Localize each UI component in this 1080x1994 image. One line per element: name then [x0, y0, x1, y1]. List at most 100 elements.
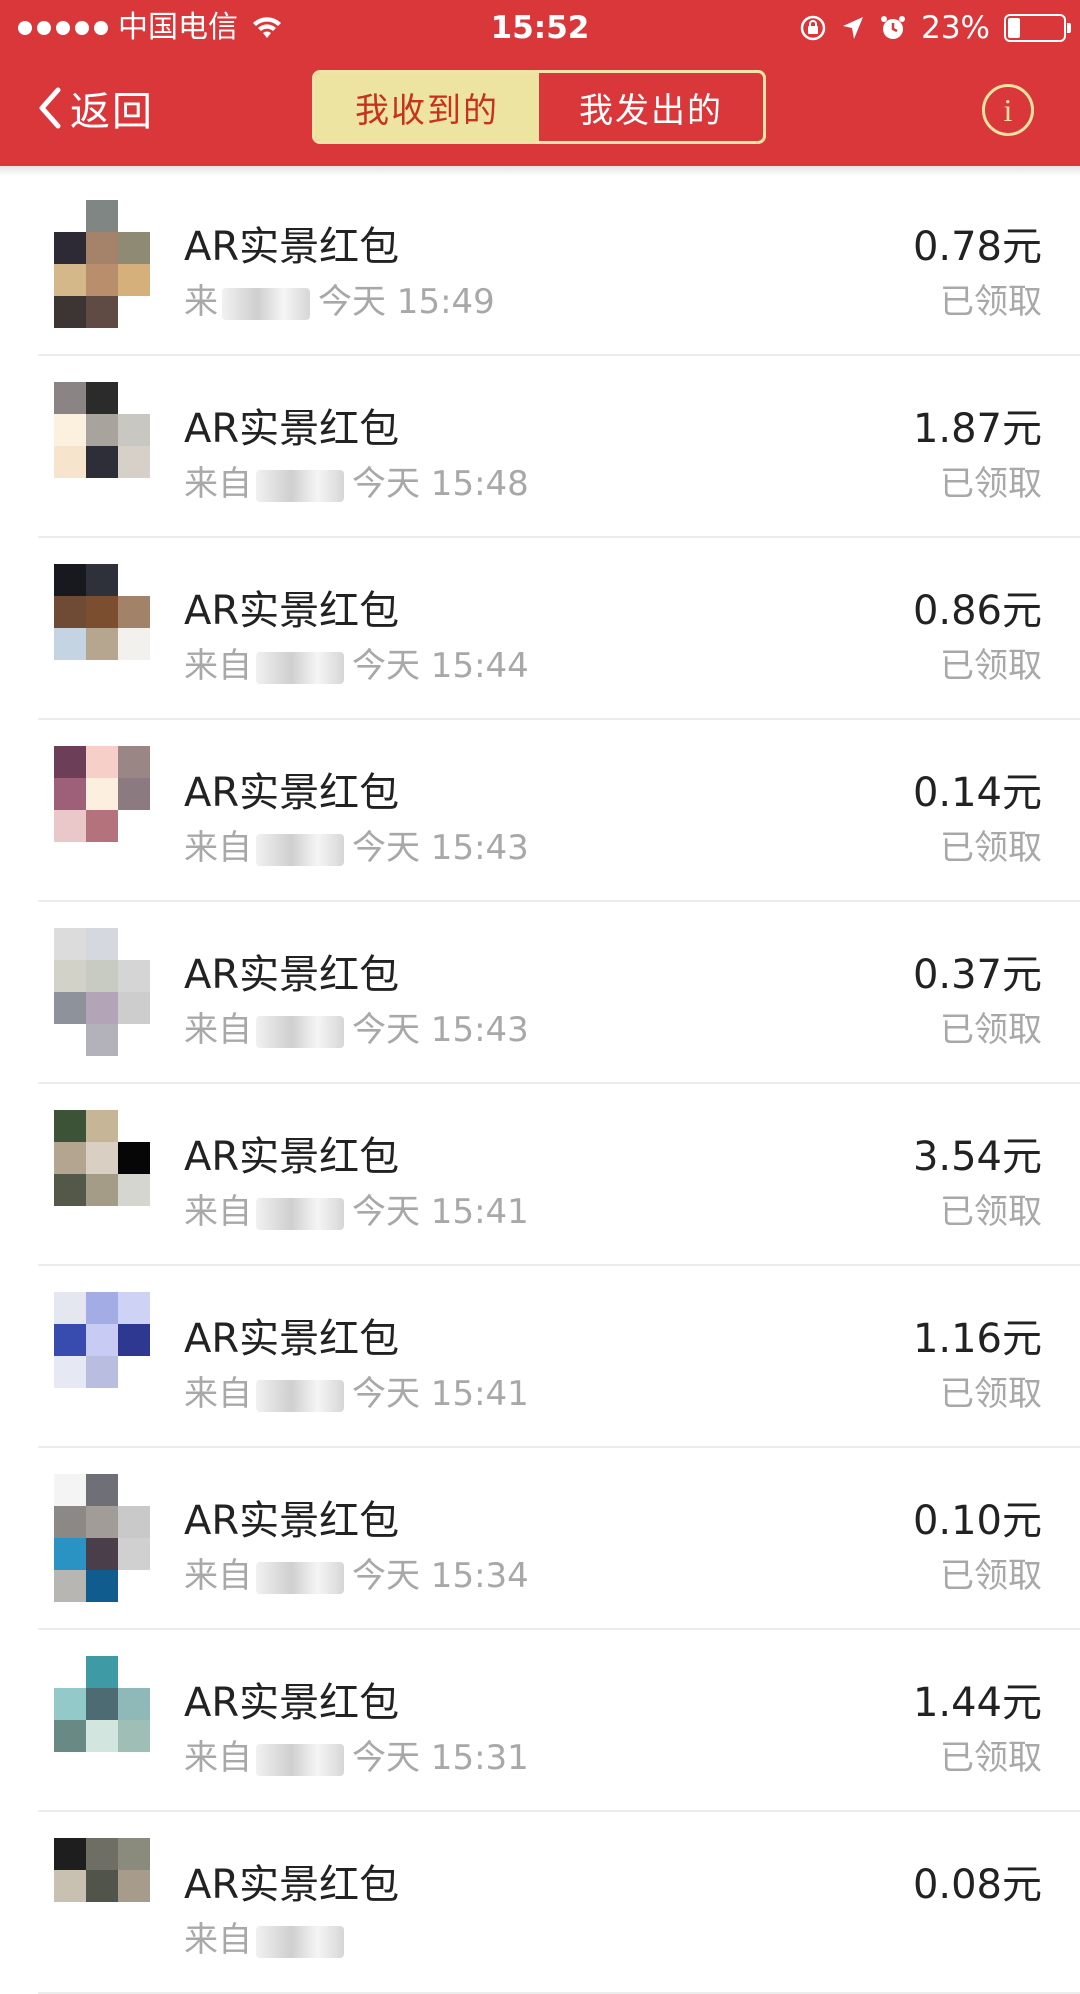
item-time: 今天 15:44: [352, 646, 529, 686]
redacted-sender-name: [222, 287, 310, 320]
redacted-sender-name: [256, 1197, 344, 1230]
sender-prefix: 来自: [184, 646, 252, 686]
sender-prefix: 来自: [184, 1374, 252, 1414]
list-item[interactable]: AR实景红包来 今天 15:49 0.78元已领取: [38, 174, 1080, 356]
avatar: [54, 746, 150, 874]
item-subtitle: 来自 今天 15:31: [184, 1730, 529, 1779]
item-title: AR实景红包: [184, 588, 400, 634]
item-title: AR实景红包: [184, 224, 400, 270]
item-status: 已领取: [940, 464, 1042, 504]
item-title: AR实景红包: [184, 1680, 400, 1726]
back-button[interactable]: 返回: [36, 78, 154, 138]
item-time: 今天 15:43: [352, 1010, 529, 1050]
rotation-lock-icon: [800, 15, 826, 41]
chevron-left-icon: [39, 87, 61, 129]
avatar: [54, 1110, 150, 1238]
avatar: [54, 564, 150, 692]
sender-prefix: 来自: [184, 1920, 252, 1960]
avatar: [54, 1656, 150, 1784]
item-time: 今天 15:41: [352, 1374, 529, 1414]
item-status: 已领取: [940, 1738, 1042, 1778]
item-subtitle: 来 今天 15:49: [184, 274, 495, 323]
nav-bar: 返回 我收到的 我发出的 i: [0, 54, 1080, 166]
item-status: 已领取: [940, 1010, 1042, 1050]
item-amount: 3.54元: [912, 1134, 1042, 1180]
item-title: AR实景红包: [184, 406, 400, 452]
item-time: 今天 15:43: [352, 828, 529, 868]
item-title: AR实景红包: [184, 770, 400, 816]
redacted-sender-name: [256, 1561, 344, 1594]
item-subtitle: 来自 今天 15:41: [184, 1366, 529, 1415]
info-icon: i: [1003, 92, 1013, 128]
item-title: AR实景红包: [184, 1134, 400, 1180]
header: 中国电信 15:52 23% 返回 我收到的 我发出的 i: [0, 0, 1080, 166]
alarm-icon: [881, 16, 906, 39]
item-amount: 1.87元: [912, 406, 1042, 452]
info-button[interactable]: i: [982, 84, 1034, 136]
sender-prefix: 来自: [184, 828, 252, 868]
list-item[interactable]: AR实景红包来自 0.08元: [38, 1812, 1080, 1994]
status-right: 23%: [799, 6, 1071, 50]
item-amount: 0.86元: [912, 588, 1042, 634]
item-status: 已领取: [940, 1192, 1042, 1232]
item-title: AR实景红包: [184, 1862, 400, 1908]
list-item[interactable]: AR实景红包来自 今天 15:48 1.87元已领取: [38, 356, 1080, 538]
item-amount: 0.37元: [912, 952, 1042, 998]
sender-prefix: 来自: [184, 1556, 252, 1596]
item-status: 已领取: [940, 646, 1042, 686]
item-time: 今天 15:34: [352, 1556, 529, 1596]
list-item[interactable]: AR实景红包来自 今天 15:41 1.16元已领取: [38, 1266, 1080, 1448]
item-time: 今天 15:31: [352, 1738, 529, 1778]
item-status: 已领取: [940, 1374, 1042, 1414]
item-amount: 0.10元: [912, 1498, 1042, 1544]
redacted-sender-name: [256, 833, 344, 866]
status-bar: 中国电信 15:52 23%: [0, 0, 1080, 54]
red-packet-list: AR实景红包来今天 15:49 0.78元 已领取 AR实景红包 来自 今天 15:48 1…: [0, 174, 1080, 1994]
item-amount: 1.16元: [912, 1316, 1042, 1362]
avatar: [54, 928, 150, 1056]
sender-prefix: 来: [184, 282, 218, 322]
item-amount: 0.08元: [912, 1862, 1042, 1908]
battery-percent: 23%: [921, 10, 990, 46]
redacted-sender-name: [256, 1925, 344, 1958]
list-item[interactable]: AR实景红包来自 今天 15:43 0.37元已领取: [38, 902, 1080, 1084]
item-subtitle: 来自: [184, 1912, 352, 1961]
item-amount: 0.78元: [912, 224, 1042, 270]
tab-sent[interactable]: 我发出的: [539, 73, 763, 141]
item-subtitle: 来自 今天 15:41: [184, 1184, 529, 1233]
item-subtitle: 来自 今天 15:43: [184, 820, 529, 869]
list-item[interactable]: AR实景红包 来自 今天 15:31 1.44元 已领取: [38, 1630, 1080, 1812]
avatar: [54, 1838, 150, 1966]
redacted-sender-name: [256, 469, 344, 502]
item-title: AR实景红包: [184, 1316, 400, 1362]
redacted-sender-name: [256, 651, 344, 684]
avatar: [54, 382, 150, 510]
item-title: AR实景红包: [184, 1498, 400, 1544]
sender-prefix: 来自: [184, 1010, 252, 1050]
item-status: 已领取: [940, 828, 1042, 868]
item-time: 今天 15:41: [352, 1192, 529, 1232]
back-label: 返回: [70, 89, 154, 135]
list-item[interactable]: AR实景红包来自 今天 15:43 0.14元已领取: [38, 720, 1080, 902]
item-subtitle: 来自 今天 15:34: [184, 1548, 529, 1597]
item-subtitle: 来自 今天 15:43: [184, 1002, 529, 1051]
segmented-control: 我收到的 我发出的: [312, 70, 766, 144]
tab-received[interactable]: 我收到的: [315, 73, 539, 141]
item-amount: 0.14元: [912, 770, 1042, 816]
item-time: 今天 15:48: [352, 464, 529, 504]
sender-prefix: 来自: [184, 464, 252, 504]
item-title: AR实景红包: [184, 952, 400, 998]
list-item[interactable]: AR实景红包来自 今天 15:41 3.54元已领取: [38, 1084, 1080, 1266]
item-subtitle: 来自 今天 15:44: [184, 638, 529, 687]
redacted-sender-name: [256, 1379, 344, 1412]
redacted-sender-name: [256, 1743, 344, 1776]
sender-prefix: 来自: [184, 1192, 252, 1232]
list-item[interactable]: AR实景红包 来自 今天 15:34 0.10元 已领取: [38, 1448, 1080, 1630]
item-time: 今天 15:49: [318, 282, 495, 322]
item-status: 已领取: [940, 282, 1042, 322]
avatar: [54, 1474, 150, 1602]
sender-prefix: 来自: [184, 1738, 252, 1778]
list-item[interactable]: AR实景红包来自 今天 15:44 0.86元已领取: [38, 538, 1080, 720]
avatar: [54, 1292, 150, 1420]
redacted-sender-name: [256, 1015, 344, 1048]
